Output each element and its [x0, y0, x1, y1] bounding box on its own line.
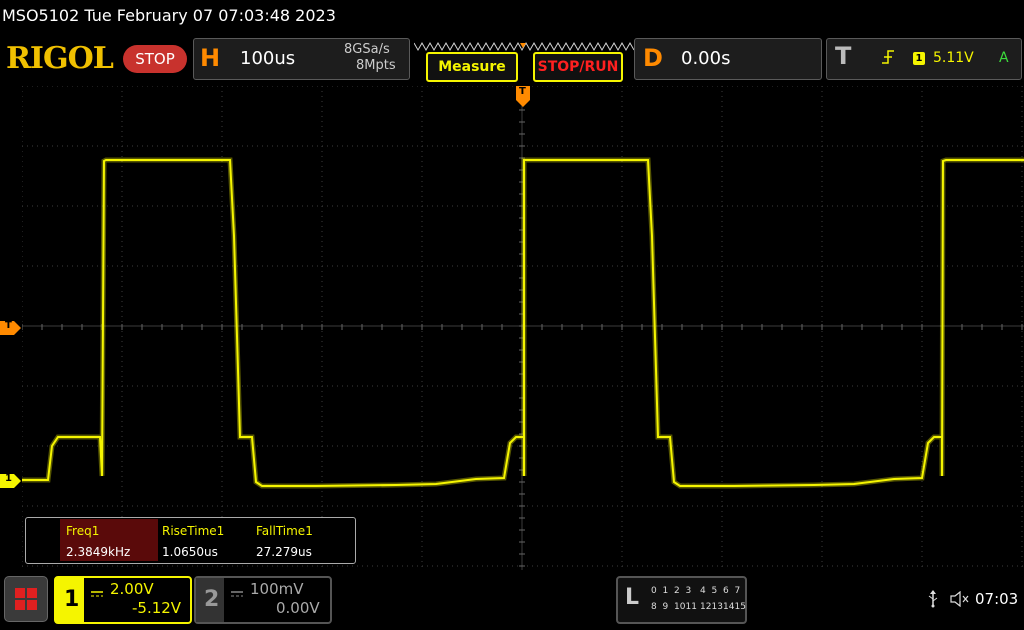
- channel2-number-label: 2: [204, 587, 220, 612]
- logic-channel-0: 0: [651, 586, 657, 596]
- logic-channel-7: 7: [734, 586, 741, 596]
- logic-channel-3: 3: [685, 586, 692, 596]
- trigger-source-badge: 1: [913, 52, 925, 65]
- horizontal-panel[interactable]: H 100us 8GSa/s 8Mpts: [193, 38, 410, 80]
- dc-coupling-icon-ch2: [230, 584, 244, 603]
- run-state-badge[interactable]: STOP: [123, 45, 187, 73]
- trigger-level: 5.11V: [933, 50, 974, 66]
- grid-menu-icon: [15, 588, 37, 610]
- channel2-number: 2: [196, 578, 224, 622]
- rigol-logo: RIGOL: [6, 41, 114, 76]
- logic-label: L: [625, 585, 640, 610]
- measurement-name-freq: Freq1: [66, 524, 100, 538]
- measurement-name-fall: FallTime1: [256, 524, 313, 538]
- channel2-offset: 0.00V: [276, 599, 320, 617]
- measurement-value-fall: 27.279us: [256, 545, 312, 559]
- title-bar: MSO5102 Tue February 07 07:03:48 2023: [0, 0, 1024, 34]
- timebase-value: 100us: [240, 48, 296, 69]
- logic-channel-6: 6: [723, 586, 729, 596]
- measurement-value-rise: 1.0650us: [162, 545, 218, 559]
- main-menu-button[interactable]: [4, 576, 48, 622]
- rising-edge-icon: [881, 49, 895, 69]
- logic-channel-4: 4: [700, 586, 706, 596]
- trigger-time-marker[interactable]: T: [516, 86, 530, 112]
- dc-coupling-icon: [90, 584, 104, 603]
- channel1-number-label: 1: [64, 587, 80, 612]
- measure-button[interactable]: Measure: [426, 52, 518, 82]
- logic-channel-14: 14: [723, 602, 735, 612]
- logic-channels-row-2: 8 9 10 11 12 13 14 15: [651, 602, 746, 614]
- measurement-panel[interactable]: Freq1 2.3849kHz RiseTime1 1.0650us FallT…: [25, 517, 356, 564]
- logic-channels-row-1: 01234567: [651, 586, 743, 598]
- measurement-value-freq: 2.3849kHz: [66, 545, 131, 559]
- waveform-grid-svg: [22, 86, 1024, 570]
- logic-channel-5: 5: [711, 586, 718, 596]
- memory-position-bar: [413, 38, 635, 52]
- trigger-level-marker[interactable]: T: [0, 320, 22, 339]
- usb-icon: [927, 590, 939, 612]
- logic-channel-12: 12: [700, 602, 712, 612]
- device-datetime: MSO5102 Tue February 07 07:03:48 2023: [2, 6, 336, 25]
- channel1-offset: -5.12V: [132, 599, 182, 617]
- stop-run-button[interactable]: STOP/RUN: [533, 52, 623, 82]
- logic-channel-13: 13: [711, 602, 723, 612]
- measurement-name-rise: RiseTime1: [162, 524, 225, 538]
- trigger-panel[interactable]: T 1 5.11V A: [826, 38, 1022, 80]
- logic-channel-8: 8: [651, 602, 657, 612]
- channel2-panel[interactable]: 2 100mV 0.00V: [194, 576, 332, 624]
- channel1-number: 1: [56, 578, 84, 622]
- delay-label: D: [643, 44, 663, 72]
- ch1-ground-marker[interactable]: 1: [0, 473, 22, 492]
- logic-analyzer-panel[interactable]: L 01234567 8 9 10 11 12 13 14 15: [616, 576, 747, 624]
- logic-channel-15: 15: [734, 602, 746, 612]
- ch1-ground-marker-label: 1: [5, 473, 12, 484]
- channel1-scale: 2.00V: [110, 580, 154, 598]
- sample-rate: 8GSa/s: [344, 42, 390, 57]
- channel2-scale: 100mV: [250, 580, 304, 598]
- memory-depth: 8Mpts: [356, 58, 396, 73]
- logic-channel-11: 11: [685, 602, 697, 612]
- logic-channel-1: 1: [662, 586, 669, 596]
- trigger-time-marker-label: T: [519, 86, 526, 97]
- logic-channel-10: 10: [674, 602, 686, 612]
- trigger-coupling: A: [999, 50, 1009, 66]
- waveform-display[interactable]: [22, 86, 1024, 570]
- ch1-trace: [22, 159, 1024, 487]
- horizontal-label: H: [200, 44, 221, 72]
- delay-panel[interactable]: D 0.00s: [634, 38, 822, 80]
- channel1-panel[interactable]: 1 2.00V -5.12V: [54, 576, 192, 624]
- logic-channel-9: 9: [662, 602, 669, 612]
- trigger-label: T: [835, 42, 852, 70]
- speaker-muted-icon[interactable]: [950, 590, 970, 611]
- logic-channel-2: 2: [674, 586, 680, 596]
- clock-time: 07:03: [975, 590, 1019, 608]
- delay-value: 0.00s: [681, 48, 731, 69]
- trigger-level-marker-label: T: [5, 320, 12, 331]
